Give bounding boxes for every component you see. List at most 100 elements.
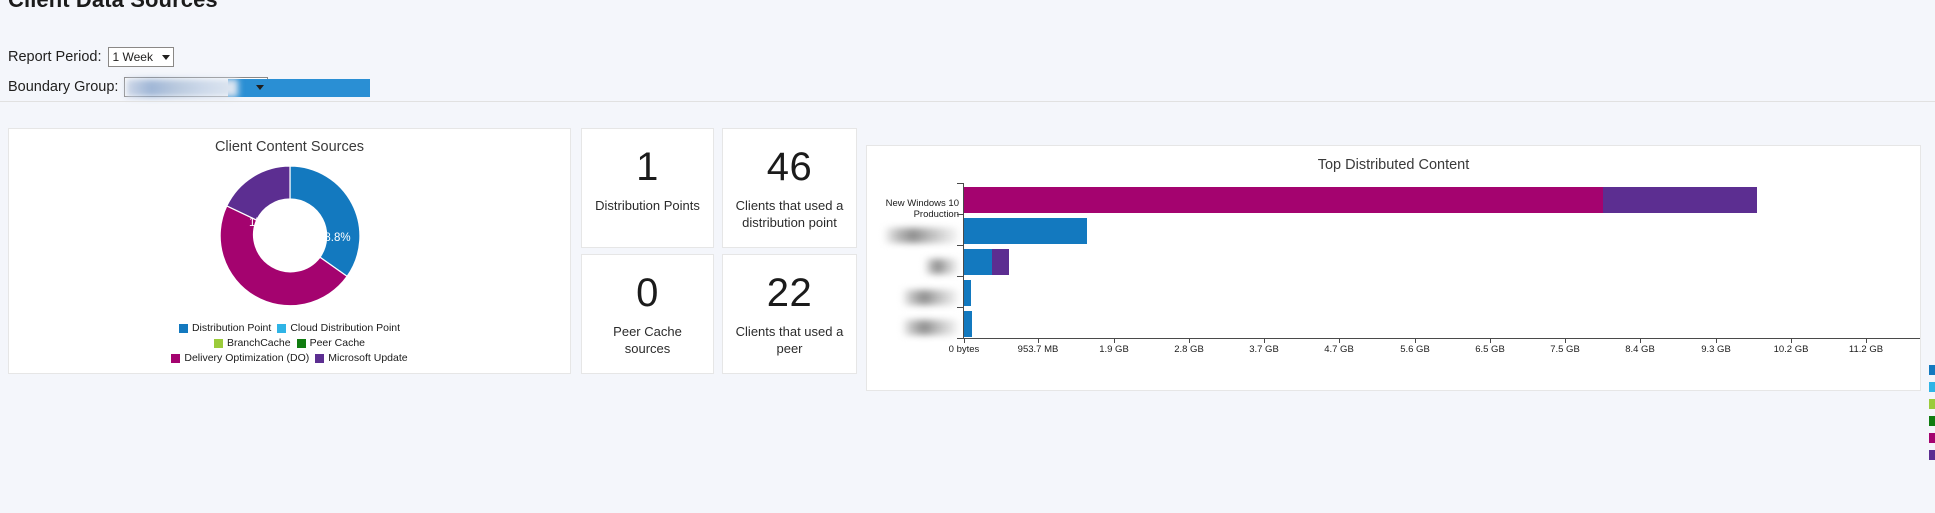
legend-item-delivery-optimization[interactable]: Delivery Optimization (DO) (171, 351, 309, 365)
bar-category-label-2-redacted (925, 259, 959, 274)
legend-swatch-cloud-distribution-point-icon[interactable] (1929, 382, 1935, 392)
y-tick (957, 276, 963, 277)
x-tick (1866, 338, 1867, 343)
legend-swatch-icon (296, 338, 306, 348)
report-period-value: 1 Week (112, 50, 153, 64)
bar-chart-title: Top Distributed Content (1317, 157, 1470, 173)
kpi-value: 1 (636, 145, 659, 189)
legend-swatch-icon (277, 323, 287, 333)
legend-label: Cloud Distribution Point (290, 322, 401, 334)
bar-segment-microsoft-update[interactable] (992, 249, 1009, 275)
bar-category-label-4-redacted (903, 320, 959, 335)
bar-chart-x-axis (963, 338, 1920, 339)
report-period-label: Report Period: (8, 49, 102, 65)
bar-segment-distribution-point[interactable] (964, 280, 971, 306)
bar-segment-distribution-point[interactable] (964, 311, 972, 337)
kpi-tile-peer-cache-sources[interactable]: 0 Peer Cache sources (581, 254, 714, 374)
bar-category-label-1-redacted (885, 228, 959, 243)
kpi-value: 0 (636, 271, 659, 315)
legend-label: BranchCache (226, 337, 291, 349)
kpi-label: Clients that used a distribution point (735, 198, 844, 230)
x-tick (1791, 338, 1792, 343)
legend-swatch-icon (178, 323, 188, 333)
legend-swatch-distribution-point-icon[interactable] (1929, 365, 1935, 375)
x-tick-label: 9.3 GB (1701, 344, 1731, 355)
x-tick-label: 953.7 MB (1017, 344, 1059, 355)
bar-category-label-0: New Windows 10 Production (885, 198, 959, 220)
kpi-tile-clients-used-peer[interactable]: 22 Clients that used a peer (722, 254, 857, 374)
legend-item-microsoft-update[interactable]: Microsoft Update (315, 351, 408, 365)
x-tick (1189, 338, 1190, 343)
legend-swatch-delivery-optimization-icon[interactable] (1929, 433, 1935, 443)
report-period-row: Report Period: 1 Week (8, 44, 268, 70)
legend-item-branchcache[interactable]: BranchCache (213, 336, 291, 350)
boundary-group-redacted-value (126, 79, 239, 97)
donut-chart-title: Client Content Sources (214, 139, 365, 155)
y-tick (957, 214, 963, 215)
report-period-select[interactable]: 1 Week (107, 47, 174, 67)
bar-segment-distribution-point[interactable] (964, 249, 992, 275)
chevron-down-icon (153, 54, 170, 60)
kpi-tile-clients-used-distribution-point[interactable]: 46 Clients that used a distribution poin… (722, 128, 857, 248)
bar-chart-bars (964, 183, 1920, 338)
bar-row[interactable] (964, 280, 1920, 306)
legend-swatch-microsoft-update-icon[interactable] (1929, 450, 1935, 460)
bar-segment-microsoft-update[interactable] (1603, 187, 1757, 213)
x-tick (1415, 338, 1416, 343)
x-tick-label: 11.2 GB (1848, 344, 1884, 355)
x-tick (1716, 338, 1717, 343)
x-tick (1038, 338, 1039, 343)
x-tick-label: 2.8 GB (1174, 344, 1204, 355)
x-tick-label: 8.4 GB (1625, 344, 1655, 355)
boundary-group-select[interactable] (124, 77, 371, 97)
bar-segment-distribution-point[interactable] (964, 218, 1087, 244)
legend-swatch-icon (213, 338, 223, 348)
legend-item-distribution-point[interactable]: Distribution Point (178, 321, 271, 335)
kpi-label: Peer Cache sources (613, 324, 682, 356)
x-tick-label: 0 bytes (948, 344, 980, 355)
client-content-sources-card: Client Content Sources 28.8% 55.7% 15.6% (8, 128, 571, 374)
x-tick-label: 5.6 GB (1400, 344, 1430, 355)
x-tick-label: 4.7 GB (1324, 344, 1354, 355)
kpi-value: 22 (766, 271, 813, 315)
y-tick (957, 307, 963, 308)
x-tick (964, 338, 965, 343)
legend-swatch-icon (171, 353, 181, 363)
donut-slice-distribution-point[interactable] (288, 165, 361, 278)
bar-chart: New Windows 10 Production 0 bytes 953.7 … (867, 183, 1920, 355)
legend-item-peer-cache[interactable]: Peer Cache (296, 336, 366, 350)
donut-chart: 28.8% 55.7% 15.6% (9, 161, 570, 320)
bar-row[interactable] (964, 218, 1920, 244)
legend-swatch-peer-cache-icon[interactable] (1929, 416, 1935, 426)
boundary-group-label: Boundary Group: (8, 79, 119, 95)
donut-legend-row-1: Distribution Point Cloud Distribution Po… (9, 321, 570, 335)
top-distributed-content-card: Top Distributed Content New Windows 10 P… (866, 145, 1921, 391)
x-tick (1640, 338, 1641, 343)
boundary-group-row: Boundary Group: (8, 74, 371, 100)
legend-label: Peer Cache (309, 337, 366, 349)
legend-label: Delivery Optimization (DO) (184, 352, 310, 364)
x-tick-label: 1.9 GB (1099, 344, 1129, 355)
x-tick (1565, 338, 1566, 343)
bar-segment-delivery-optimization[interactable] (964, 187, 1603, 213)
kpi-label: Clients that used a peer (735, 324, 844, 356)
donut-legend: Distribution Point Cloud Distribution Po… (9, 321, 570, 365)
legend-swatch-branchcache-icon[interactable] (1929, 399, 1935, 409)
x-tick (1114, 338, 1115, 343)
x-tick (1339, 338, 1340, 343)
page-title: Client Data Sources (8, 0, 218, 13)
donut-legend-row-3: Delivery Optimization (DO) Microsoft Upd… (9, 351, 570, 365)
legend-item-cloud-distribution-point[interactable]: Cloud Distribution Point (277, 321, 400, 335)
donut-chart-svg (219, 165, 361, 307)
x-tick (1490, 338, 1491, 343)
kpi-tile-distribution-points[interactable]: 1 Distribution Points (581, 128, 714, 248)
bar-chart-category-axis: New Windows 10 Production (867, 183, 963, 338)
kpi-value: 46 (766, 145, 813, 189)
bar-row[interactable] (964, 187, 1920, 213)
bar-row[interactable] (964, 249, 1920, 275)
y-tick (957, 245, 963, 246)
kpi-label: Distribution Points (595, 198, 700, 213)
legend-swatch-icon (315, 353, 325, 363)
filter-bar: Report Period: 1 Week Boundary Group: (8, 44, 371, 104)
bar-row[interactable] (964, 311, 1920, 337)
